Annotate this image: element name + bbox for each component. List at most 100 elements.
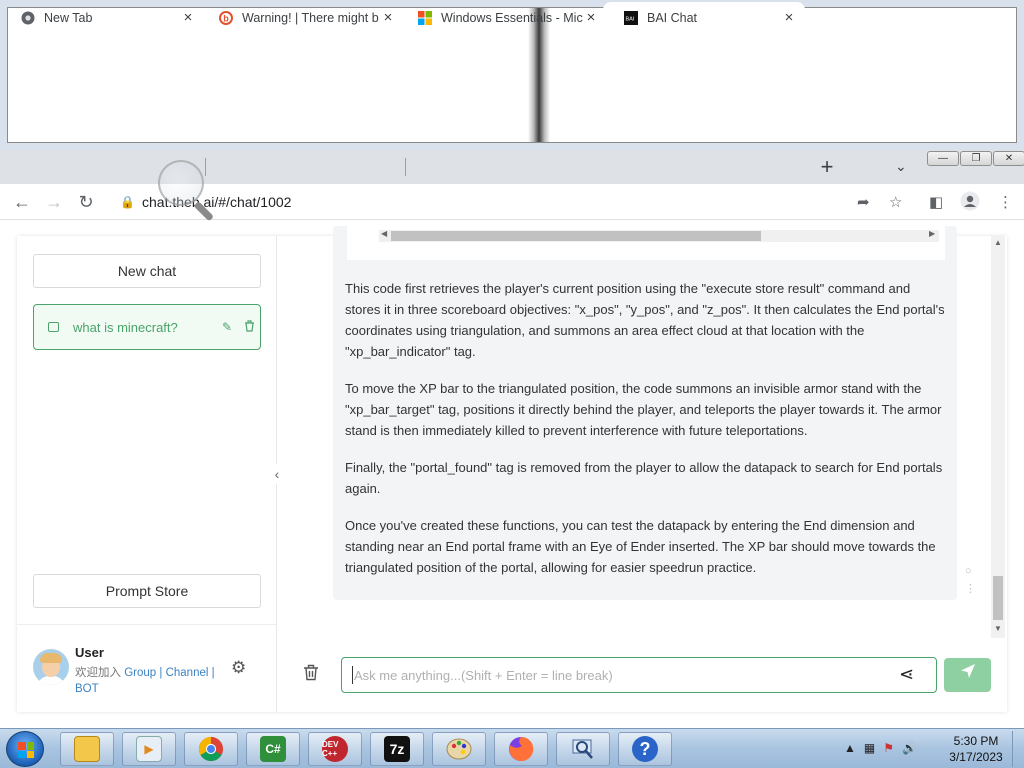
warning-site-icon: b [218,10,234,26]
message-paragraph: To move the XP bar to the triangulated p… [345,381,942,438]
edit-icon[interactable]: ✎ [216,320,238,334]
community-links: 欢迎加入 Group | Channel | BOT [75,665,225,697]
scrollbar-thumb[interactable] [391,231,761,241]
svg-text:BAI: BAI [626,17,635,23]
taskbar-media-player[interactable]: ▶ [122,732,176,766]
action-center-flag-icon[interactable]: ⚑ [883,741,894,755]
code-block-tail: ◀ ▶ [347,226,945,260]
user-panel: User 欢迎加入 Group | Channel | BOT ⚙ [17,624,277,712]
tab-label: New Tab [44,11,93,25]
taskbar: ▶ C# DEV C++ 7z ? ▲ ▦ ⚑ 🔊 5:30 PM 3/17/2… [0,728,1024,768]
prompt-store-button[interactable]: Prompt Store [33,574,261,608]
bai-icon: BAI [623,10,639,26]
clock[interactable]: 5:30 PM 3/17/2023 [948,733,1004,765]
tab-separator [205,158,206,176]
devcpp-icon: DEV C++ [322,736,348,762]
paint-palette-icon [446,736,472,762]
tab-warning[interactable]: b Warning! | There might b × [198,2,404,34]
chat-bubble-icon [48,322,59,332]
magnifier-cursor-icon [158,160,204,206]
start-button[interactable] [6,731,44,767]
group-link[interactable]: Group [124,667,156,679]
7zip-icon: 7z [384,736,410,762]
link-separator: | [159,667,163,679]
chat-history-label: what is minecraft? [73,319,178,335]
clear-chat-trash-icon[interactable] [303,664,319,686]
close-window-button[interactable]: ✕ [993,151,1024,166]
window-controls: — ❐ ✕ [927,151,1024,166]
taskbar-csharp[interactable]: C# [246,732,300,766]
channel-link[interactable]: Channel [166,667,209,679]
taskbar-file-explorer[interactable] [60,732,114,766]
more-icon[interactable]: ⋮ [965,580,976,598]
sidebar: New chat what is minecraft? ✎ Prompt Sto… [17,236,277,712]
new-tab-button[interactable]: + [816,156,838,178]
media-player-icon: ▶ [136,736,162,762]
lock-icon: 🔒 [120,195,135,209]
taskbar-7zip[interactable]: 7z [370,732,424,766]
bookmark-star-icon[interactable]: ☆ [889,193,902,211]
scroll-down-arrow-icon[interactable]: ▼ [994,624,1002,633]
address-bar[interactable]: 🔒 chat.theb.ai/#/chat/1002 [108,187,916,217]
firefox-icon [508,736,534,762]
send-button[interactable] [944,658,991,692]
minimize-button[interactable]: — [927,151,959,166]
scroll-left-arrow-icon[interactable]: ◀ [381,229,387,238]
tray-expand-icon[interactable]: ▲ [844,741,856,755]
folder-icon [74,736,100,762]
share-icon[interactable]: ➦ [857,193,870,211]
chat-vertical-scrollbar[interactable]: ▲ ▼ [991,236,1005,638]
tab-separator [405,158,406,176]
back-icon[interactable]: ← [12,192,32,212]
taskbar-paint[interactable] [432,732,486,766]
close-icon[interactable]: × [583,10,599,26]
settings-gear-icon[interactable]: ⚙ [231,658,246,678]
clock-date: 3/17/2023 [949,750,1003,764]
text-caret [352,666,353,684]
taskbar-help[interactable]: ? [618,732,672,766]
clock-time: 5:30 PM [953,734,999,748]
restore-button[interactable]: ❐ [960,151,992,166]
svg-text:b: b [223,14,229,24]
new-chat-button[interactable]: New chat [33,254,261,288]
reload-icon[interactable]: ↻ [76,192,96,212]
avatar[interactable] [33,649,69,685]
system-tray: ▲ ▦ ⚑ 🔊 [844,741,917,755]
collapse-sidebar-icon[interactable]: ‹ [267,464,287,484]
windows-logo-icon [18,742,34,758]
scroll-up-arrow-icon[interactable]: ▲ [994,238,1002,247]
tab-new-tab[interactable]: New Tab × [0,2,204,34]
user-name: User [75,645,104,660]
show-desktop-button[interactable] [1012,731,1022,767]
link-separator: | [211,667,215,679]
taskbar-devcpp[interactable]: DEV C++ [308,732,362,766]
bot-link[interactable]: BOT [75,683,99,695]
refresh-icon[interactable]: ○ [965,562,976,580]
scroll-right-arrow-icon[interactable]: ▶ [929,229,935,238]
tab-bai-chat[interactable]: BAI BAI Chat × [603,2,805,34]
profile-icon[interactable] [960,191,980,215]
volume-icon[interactable]: 🔊 [902,741,917,755]
code-horizontal-scrollbar[interactable]: ◀ ▶ [379,229,939,242]
scrollbar-thumb[interactable] [993,576,1003,620]
close-icon[interactable]: × [180,10,196,26]
chat-history-item[interactable]: what is minecraft? ✎ [33,304,261,350]
welcome-text: 欢迎加入 [75,667,121,679]
side-panel-icon[interactable]: ◧ [929,193,943,211]
chat-input[interactable]: Ask me anything...(Shift + Enter = line … [341,657,937,693]
taskbar-network-app[interactable] [556,732,610,766]
close-icon[interactable]: × [380,10,396,26]
chat-input-placeholder: Ask me anything...(Shift + Enter = line … [354,667,613,683]
taskbar-firefox[interactable] [494,732,548,766]
tab-search-icon[interactable]: ⌄ [895,158,907,175]
taskbar-chrome[interactable] [184,732,238,766]
assistant-message: ◀ ▶ This code first retrieves the player… [333,226,957,600]
close-icon[interactable]: × [781,10,797,26]
tab-windows-essentials[interactable]: Windows Essentials - Mic × [397,2,607,34]
network-icon[interactable]: ▦ [864,741,875,755]
trash-icon[interactable] [238,319,260,335]
forward-icon[interactable]: → [44,192,64,212]
menu-kebab-icon[interactable]: ⋮ [998,193,1013,211]
tab-label: Windows Essentials - Mic [441,11,583,25]
microsoft-icon [417,10,433,26]
